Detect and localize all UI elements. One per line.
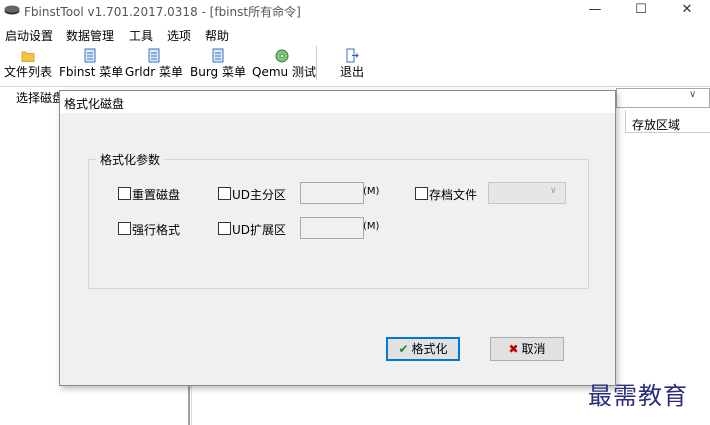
ud-extended-size-input[interactable] (300, 217, 364, 239)
ud-primary-label: UD主分区 (232, 188, 287, 202)
ud-primary-size-input[interactable] (300, 182, 364, 204)
exit-label: 退出 (339, 65, 364, 79)
app-disk-icon (4, 5, 20, 15)
select-disk-label: 选择磁盘 (16, 91, 65, 105)
toolbar: 文件列表 Fbinst 菜单 Grldr 菜单 Burg 菜单 Qemu 测试 … (0, 46, 710, 84)
exit-door-icon (346, 48, 359, 63)
menu-help[interactable]: 帮助 (205, 27, 229, 44)
document-icon (84, 48, 96, 63)
format-params-legend: 格式化参数 (96, 151, 165, 168)
folder-icon (21, 51, 35, 62)
document-icon (148, 48, 160, 63)
window-titlebar: FbinstTool v1.701.2017.0318 - [fbinst所有命… (0, 0, 710, 22)
column-storage-area: 存放区域 (632, 118, 681, 132)
grldr-menu-button[interactable]: Grldr 菜单 (125, 46, 183, 82)
chevron-down-icon[interactable]: ∨ (689, 89, 696, 100)
grldr-menu-label: Grldr 菜单 (125, 65, 183, 79)
exit-button[interactable]: 退出 (330, 46, 374, 82)
burg-menu-label: Burg 菜单 (190, 65, 246, 79)
menu-bar: 启动设置 数据管理 工具 选项 帮助 (0, 24, 710, 44)
maximize-button[interactable]: ☐ (618, 0, 664, 22)
archive-file-checkbox[interactable] (415, 187, 428, 200)
menu-data-management[interactable]: 数据管理 (66, 27, 114, 44)
checkmark-icon: ✔ (398, 342, 409, 356)
ud-extended-unit: (M) (363, 221, 380, 232)
window-title: FbinstTool v1.701.2017.0318 - [fbinst所有命… (24, 5, 301, 19)
force-format-label: 强行格式 (132, 223, 181, 237)
toolbar-separator (316, 46, 317, 80)
chevron-down-icon[interactable]: ∨ (550, 186, 557, 196)
burg-menu-button[interactable]: Burg 菜单 (188, 46, 248, 82)
menu-tools[interactable]: 工具 (129, 27, 153, 44)
ud-extended-checkbox[interactable] (218, 222, 231, 235)
ud-primary-unit: (M) (363, 186, 380, 197)
qemu-test-label: Qemu 测试 (252, 65, 316, 79)
menu-options[interactable]: 选项 (167, 27, 191, 44)
fbinst-menu-button[interactable]: Fbinst 菜单 (59, 46, 124, 82)
cancel-button-label: 取消 (521, 342, 546, 356)
pane-divider-highlight (191, 386, 192, 425)
dialog-titlebar: 格式化磁盘 (60, 91, 615, 113)
close-button[interactable]: ✕ (664, 0, 710, 22)
ud-extended-label: UD扩展区 (232, 223, 287, 237)
reset-disk-label: 重置磁盘 (132, 188, 181, 202)
force-format-checkbox[interactable] (118, 222, 131, 235)
pane-divider[interactable] (188, 386, 190, 425)
cd-disc-icon (275, 49, 289, 63)
ud-primary-checkbox[interactable] (218, 187, 231, 200)
qemu-test-button[interactable]: Qemu 测试 (252, 46, 316, 82)
dialog-title: 格式化磁盘 (64, 97, 125, 111)
x-cancel-icon: ✖ (508, 342, 519, 356)
reset-disk-checkbox[interactable] (118, 187, 131, 200)
document-icon (212, 48, 224, 63)
menu-startup-settings[interactable]: 启动设置 (5, 27, 53, 44)
cancel-button[interactable]: ✖ 取消 (490, 337, 564, 361)
watermark-text: 最需教育 (588, 382, 688, 410)
file-list-label: 文件列表 (3, 65, 52, 79)
file-list-button[interactable]: 文件列表 (2, 46, 54, 82)
format-button-label: 格式化 (411, 342, 448, 356)
format-disk-dialog: 格式化磁盘 格式化参数 重置磁盘 UD主分区 (M) 存档文件 ∨ 强行格式 U… (59, 90, 616, 386)
archive-file-label: 存档文件 (429, 188, 478, 202)
minimize-button[interactable]: — (572, 0, 618, 22)
fbinst-menu-label: Fbinst 菜单 (59, 65, 124, 79)
format-button[interactable]: ✔ 格式化 (386, 337, 460, 361)
